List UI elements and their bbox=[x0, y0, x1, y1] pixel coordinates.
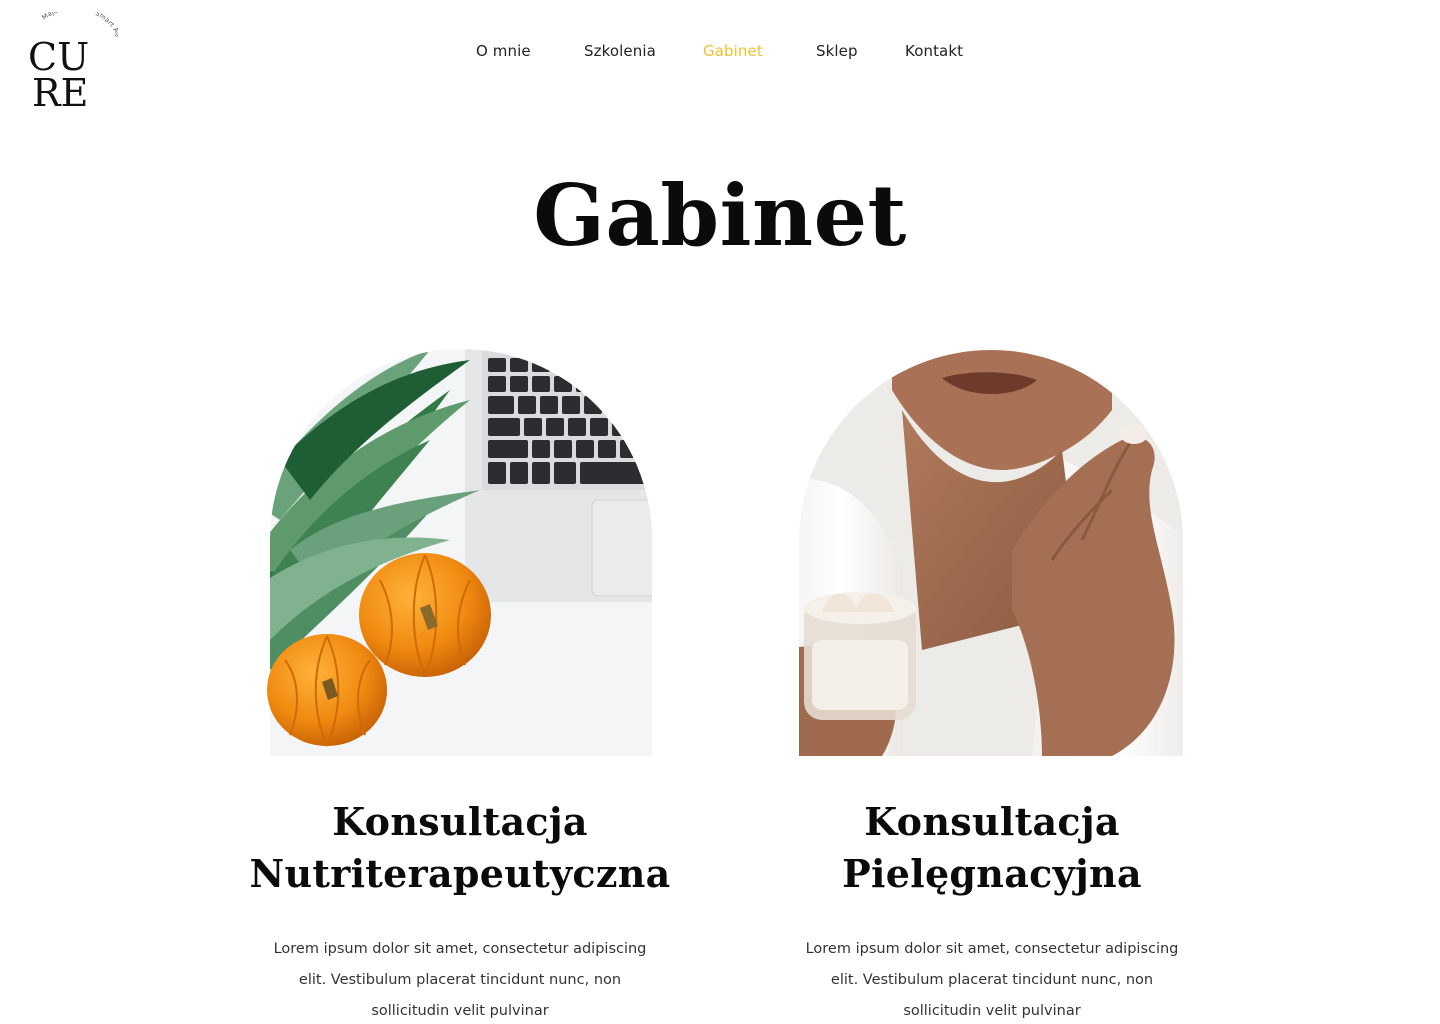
card-description-skincare: Lorem ipsum dolor sit amet, consectetur … bbox=[805, 941, 1179, 1019]
card-title-nutrition[interactable]: Konsultacja Nutriterapeutyczna bbox=[180, 796, 740, 900]
nav-item-gabinet[interactable]: Gabinet bbox=[703, 42, 763, 60]
card-title-line2: Nutriterapeutyczna bbox=[249, 851, 671, 896]
card-title-line1: Konsultacja bbox=[332, 799, 588, 844]
woman-applying-cream-image bbox=[799, 350, 1183, 756]
page-title: Gabinet bbox=[533, 166, 907, 265]
page: Maja Sindelo • Smart Aging CU RE O mnie … bbox=[0, 0, 1440, 1024]
card-title-line1: Konsultacja bbox=[864, 799, 1120, 844]
logo-letters-bottom: RE bbox=[32, 71, 88, 112]
nav-item-sklep[interactable]: Sklep bbox=[816, 42, 858, 60]
nav-item-szkolenia[interactable]: Szkolenia bbox=[584, 42, 656, 60]
card-title-skincare[interactable]: Konsultacja Pielęgnacyjna bbox=[712, 796, 1272, 900]
nav-item-o-mnie[interactable]: O mnie bbox=[476, 42, 531, 60]
card-title-line2: Pielęgnacyjna bbox=[842, 851, 1142, 896]
main-nav: O mnie Szkolenia Gabinet Sklep Kontakt bbox=[0, 42, 1440, 66]
card-image-skincare[interactable] bbox=[782, 350, 1222, 756]
card-description-nutrition: Lorem ipsum dolor sit amet, consectetur … bbox=[273, 941, 647, 1019]
nav-item-kontakt[interactable]: Kontakt bbox=[905, 42, 963, 60]
pineapple-pumpkin-laptop-image bbox=[267, 349, 652, 756]
card-image-nutrition[interactable] bbox=[220, 349, 660, 756]
